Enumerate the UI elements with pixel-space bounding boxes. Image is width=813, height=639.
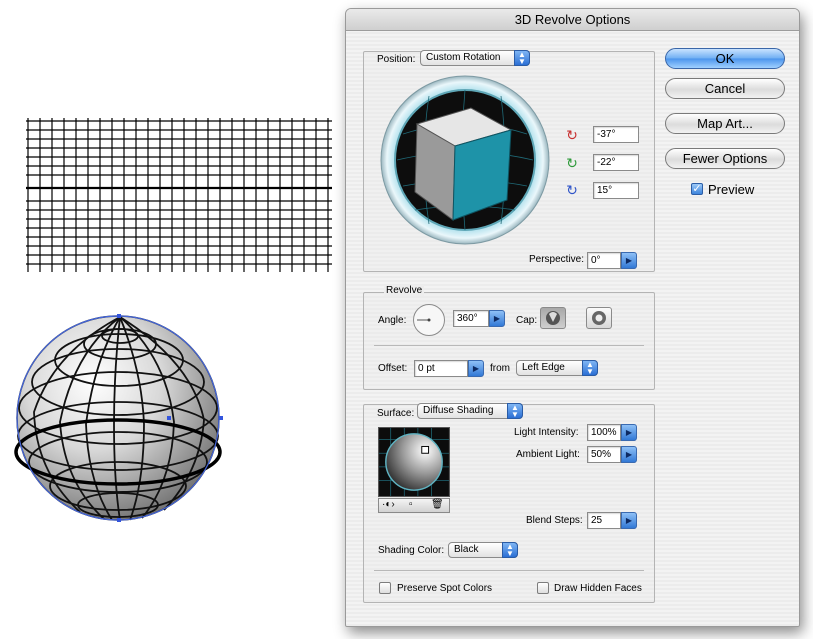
ok-button[interactable]: OK (665, 48, 785, 69)
rotate-x-field[interactable]: -37° (593, 126, 639, 143)
angle-dial[interactable] (412, 303, 446, 337)
sphere-artwork[interactable] (14, 312, 224, 524)
track-cube[interactable] (379, 74, 551, 246)
revolve-group: Revolve Angle: 360° ▶ Cap: Offset: 0 pt … (363, 285, 655, 390)
cap-off-button[interactable] (586, 307, 612, 329)
light-intensity-label: Light Intensity: (514, 427, 579, 438)
position-preset-popup[interactable]: Custom Rotation ▲ ▼ (420, 50, 530, 66)
preserve-spot-colors-checkbox[interactable] (379, 582, 391, 594)
rotate-y-icon: ↻ (566, 155, 578, 171)
blend-steps-slider-button[interactable]: ▶ (621, 512, 637, 529)
surface-label: Surface: (377, 408, 415, 419)
preserve-spot-colors-label: Preserve Spot Colors (397, 583, 493, 594)
surface-separator (374, 570, 644, 571)
offset-field[interactable]: 0 pt (414, 360, 468, 377)
ambient-light-label: Ambient Light: (516, 449, 580, 460)
trash-icon[interactable]: 🗑 (431, 499, 444, 510)
popup-arrows-icon: ▲ ▼ (502, 542, 518, 558)
draw-hidden-faces-checkbox[interactable] (537, 582, 549, 594)
ambient-light-field[interactable]: 50% (587, 446, 621, 463)
angle-label: Angle: (378, 315, 407, 326)
preview-label: Preview (708, 182, 755, 197)
offset-slider-button[interactable]: ▶ (468, 360, 484, 377)
angle-slider-button[interactable]: ▶ (489, 310, 505, 327)
shading-color-popup[interactable]: Black ▲ ▼ (448, 542, 518, 558)
hollow-cap-icon (592, 311, 606, 325)
rotate-y-field[interactable]: -22° (593, 154, 639, 171)
position-group: Position: Custom Rotation ▲ ▼ ↻ -37° ↻ -… (363, 50, 655, 272)
surface-group: Surface: Diffuse Shading ▲ ▼ ·◐› ▫ 🗑 Lig… (363, 403, 655, 603)
new-light-icon[interactable]: ▫ (409, 499, 413, 510)
from-edge-popup[interactable]: Left Edge ▲ ▼ (516, 360, 598, 376)
cap-label: Cap: (516, 315, 538, 326)
move-light-back-icon[interactable]: ·◐› (382, 499, 395, 510)
revolve-legend: Revolve (384, 285, 425, 296)
rotate-x-icon: ↻ (566, 127, 578, 143)
light-handle (421, 445, 430, 454)
from-edge-value: Left Edge (522, 362, 565, 373)
popup-arrows-icon: ▲ ▼ (514, 50, 530, 66)
grid-artwork[interactable] (26, 118, 332, 272)
perspective-label: Perspective: (529, 254, 585, 265)
from-label: from (490, 363, 510, 374)
offset-label: Offset: (378, 363, 408, 374)
ambient-light-slider-button[interactable]: ▶ (621, 446, 637, 463)
angle-field[interactable]: 360° (453, 310, 489, 327)
rotate-z-icon: ↻ (566, 182, 578, 198)
blend-steps-label: Blend Steps: (526, 515, 583, 526)
cap-on-button[interactable] (540, 307, 566, 329)
lighting-sphere-preview[interactable] (378, 427, 450, 497)
surface-value: Diffuse Shading (423, 405, 494, 416)
perspective-field[interactable]: 0° (587, 252, 621, 269)
dialog-title: 3D Revolve Options (346, 9, 799, 31)
rotate-z-field[interactable]: 15° (593, 182, 639, 199)
light-intensity-field[interactable]: 100% (587, 424, 621, 441)
3d-revolve-options-dialog: 3D Revolve Options Position: Custom Rota… (345, 8, 800, 627)
light-intensity-slider-button[interactable]: ▶ (621, 424, 637, 441)
perspective-slider-button[interactable]: ▶ (621, 252, 637, 269)
position-label: Position: (377, 54, 416, 65)
draw-hidden-faces-label: Draw Hidden Faces (554, 583, 642, 594)
popup-arrows-icon: ▲ ▼ (507, 403, 523, 419)
blend-steps-field[interactable]: 25 (587, 512, 621, 529)
preview-checkbox[interactable]: ✓ (691, 183, 703, 195)
map-art-button[interactable]: Map Art... (665, 113, 785, 134)
surface-popup[interactable]: Diffuse Shading ▲ ▼ (417, 403, 523, 419)
fewer-options-button[interactable]: Fewer Options (665, 148, 785, 169)
cancel-button[interactable]: Cancel (665, 78, 785, 99)
position-preset-value: Custom Rotation (426, 52, 501, 63)
shading-color-label: Shading Color: (378, 545, 445, 556)
solid-cap-icon (546, 311, 560, 325)
revolve-separator (374, 345, 644, 346)
shading-color-value: Black (454, 544, 479, 555)
light-controls-bar: ·◐› ▫ 🗑 (378, 498, 450, 513)
popup-arrows-icon: ▲ ▼ (582, 360, 598, 376)
